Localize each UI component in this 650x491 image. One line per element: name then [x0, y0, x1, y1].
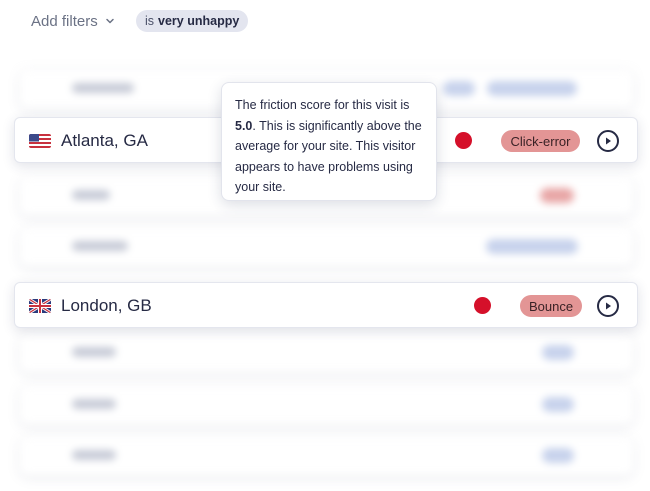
play-icon: [606, 137, 611, 145]
filter-bar: Add filters: [31, 10, 115, 32]
tooltip-text-intro: The friction score for this visit is: [235, 98, 410, 112]
uk-flag-icon: [29, 299, 51, 313]
play-icon: [606, 302, 611, 310]
blurred-row: [20, 334, 633, 372]
add-filters-label: Add filters: [31, 12, 98, 30]
add-filters-button[interactable]: Add filters: [31, 13, 115, 30]
friction-indicator-dot: [474, 297, 491, 314]
blurred-row: [20, 437, 633, 475]
friction-indicator-dot: [455, 132, 472, 149]
us-flag-icon: [29, 134, 51, 148]
visit-row-london[interactable]: London, GB Bounce: [14, 282, 638, 328]
tooltip-text-body: . This is significantly above the averag…: [235, 118, 422, 195]
visit-location: Atlanta, GA: [61, 131, 148, 150]
filter-chip-value: very unhappy: [158, 14, 240, 28]
visit-tag[interactable]: Click-error: [501, 130, 580, 152]
friction-score-value: 5.0: [235, 118, 253, 133]
blurred-row: [20, 386, 633, 424]
active-filter-chip[interactable]: is very unhappy: [136, 10, 249, 32]
visit-location: London, GB: [61, 296, 152, 315]
play-recording-button[interactable]: [597, 130, 619, 152]
filter-chip-prefix: is: [145, 14, 155, 28]
friction-score-tooltip: The friction score for this visit is 5.0…: [221, 82, 437, 201]
visit-tag[interactable]: Bounce: [520, 295, 582, 317]
blurred-row: [20, 228, 633, 266]
play-recording-button[interactable]: [597, 295, 619, 317]
chevron-down-icon: [105, 18, 114, 24]
